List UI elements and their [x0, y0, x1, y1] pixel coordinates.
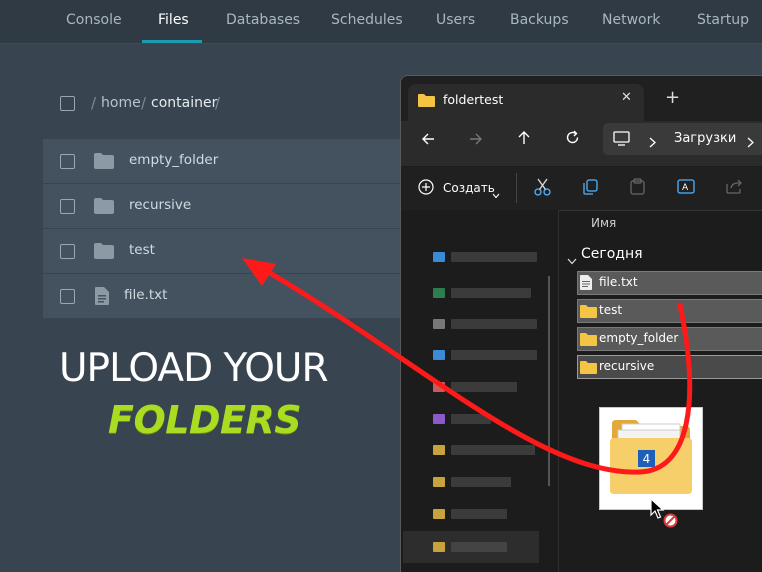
red-arrow-annotation: [242, 258, 693, 475]
